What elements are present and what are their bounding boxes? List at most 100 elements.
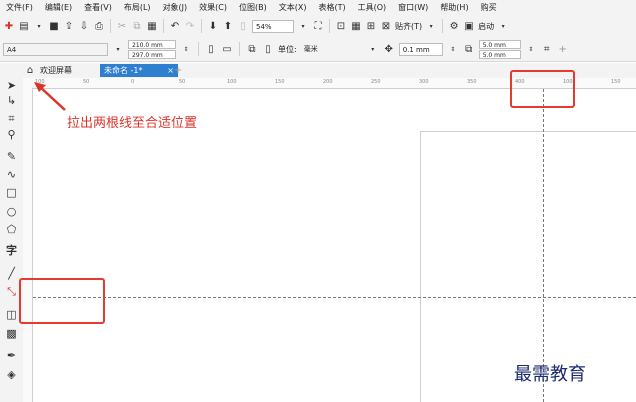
menu-item[interactable]: 窗口(W): [392, 0, 434, 15]
export-file-icon[interactable]: ⬆: [222, 20, 234, 32]
menu-item[interactable]: 工具(O): [352, 0, 393, 15]
menu-item[interactable]: 购买: [475, 0, 503, 15]
watermark-text: 最需教育: [514, 364, 586, 385]
options-gear-icon[interactable]: ⚙: [448, 20, 460, 32]
ruler-highlight-box-left: [19, 278, 105, 324]
landscape-icon[interactable]: ▭: [221, 43, 233, 55]
page-left-border: [420, 131, 421, 402]
export-icon[interactable]: ⇪: [63, 20, 75, 32]
connector-tool-icon[interactable]: ⤡: [4, 284, 19, 299]
ellipse-tool-icon[interactable]: ○: [4, 204, 19, 219]
snap-to-label[interactable]: 贴齐(T): [395, 21, 422, 32]
vertical-guideline[interactable]: [543, 89, 544, 402]
dimension-spinner-icon[interactable]: ⇕: [180, 43, 192, 55]
current-page-icon[interactable]: ▯: [262, 43, 274, 55]
launch-dropdown-icon[interactable]: ▾: [497, 20, 509, 32]
fill-tool-icon[interactable]: ◈: [4, 367, 19, 382]
menu-item[interactable]: 文件(F): [0, 0, 39, 15]
pdf-icon[interactable]: ▯: [237, 20, 249, 32]
toolbox: ➤ ↳ ⌗ ⚲ ✎ ∿ □ ○ ⬠ 字 ╱ ⤡ ◫ ▩ ✒ ◈: [0, 78, 24, 402]
text-tool-icon[interactable]: 字: [4, 243, 19, 258]
duplicate-distance: 5.0 mm 5.0 mm: [478, 39, 521, 59]
copy-icon[interactable]: ⧉: [131, 20, 143, 32]
ruler-tick-label: 100: [227, 79, 237, 85]
shadow-tool-icon[interactable]: ◫: [4, 307, 19, 322]
ruler-tick-label: 150: [611, 79, 621, 85]
nudge-distance-field[interactable]: 0.1 mm: [398, 42, 443, 56]
polygon-tool-icon[interactable]: ⬠: [4, 222, 19, 237]
standard-toolbar: ✚ ▤ ▾ ■ ⇪ ⇩ ⎙ ✂ ⧉ ▦ ↶ ↷ ⬇ ⬆ ▯ 54% ▾ ⛶ ⊡ …: [0, 15, 636, 37]
dropdown-icon[interactable]: ▾: [33, 20, 45, 32]
print-icon[interactable]: ⎙: [93, 20, 105, 32]
duplicate-spinner-icon[interactable]: ⇕: [525, 43, 537, 55]
page-height-field[interactable]: 297.0 mm: [128, 49, 176, 59]
separator: [110, 19, 111, 33]
menu-item[interactable]: 编辑(E): [39, 0, 78, 15]
new-document-icon[interactable]: ✚: [3, 20, 15, 32]
menu-item[interactable]: 表格(T): [312, 0, 351, 15]
line-tool-icon[interactable]: ╱: [4, 266, 19, 281]
eyedropper-tool-icon[interactable]: ✒: [4, 348, 19, 363]
duplicate-y-field[interactable]: 5.0 mm: [478, 49, 521, 59]
rectangle-tool-icon[interactable]: □: [4, 185, 19, 200]
all-pages-icon[interactable]: ⧉: [246, 43, 258, 55]
nudge-spinner-icon[interactable]: ⇕: [447, 43, 459, 55]
drawing-canvas[interactable]: [33, 89, 636, 402]
snap-dropdown-icon[interactable]: ▾: [425, 20, 437, 32]
redo-icon[interactable]: ↷: [184, 20, 196, 32]
annotation-arrow: [34, 82, 66, 111]
property-bar: A4 ▾ 210.0 mm 297.0 mm ⇕ ▯ ▭ ⧉ ▯ 单位: 毫米 …: [0, 37, 636, 62]
vertical-ruler[interactable]: [23, 88, 33, 402]
bleed-icon[interactable]: ⌗: [541, 43, 553, 55]
home-icon[interactable]: ⌂: [24, 64, 36, 76]
crop-tool-icon[interactable]: ⌗: [4, 111, 19, 126]
zoom-tool-icon[interactable]: ⚲: [4, 127, 19, 142]
artistic-media-icon[interactable]: ∿: [4, 167, 19, 182]
unit-dropdown-icon[interactable]: ▾: [367, 43, 379, 55]
undo-icon[interactable]: ↶: [169, 20, 181, 32]
show-guides-icon[interactable]: ⊞: [365, 20, 377, 32]
duplicate-distance-icon: ⧉: [465, 43, 473, 55]
snap-icon[interactable]: ⊠: [380, 20, 392, 32]
import-file-icon[interactable]: ⬇: [207, 20, 219, 32]
menu-item[interactable]: 效果(C): [193, 0, 233, 15]
full-screen-icon[interactable]: ⛶: [312, 20, 324, 32]
save-icon[interactable]: ■: [48, 20, 60, 32]
menu-item[interactable]: 文本(X): [273, 0, 313, 15]
duplicate-x-field[interactable]: 5.0 mm: [478, 39, 521, 49]
menu-item[interactable]: 布局(L): [118, 0, 157, 15]
launch-label[interactable]: 启动: [478, 21, 494, 32]
open-icon[interactable]: ▤: [18, 20, 30, 32]
ruler-tick-label: 350: [467, 79, 477, 85]
menu-item[interactable]: 位图(B): [233, 0, 273, 15]
zoom-dropdown-icon[interactable]: ▾: [297, 20, 309, 32]
freehand-tool-icon[interactable]: ✎: [4, 149, 19, 164]
horizontal-guideline[interactable]: [33, 297, 636, 298]
unit-select[interactable]: 毫米: [300, 42, 363, 56]
portrait-icon[interactable]: ▯: [205, 43, 217, 55]
menu-item[interactable]: 查看(V): [78, 0, 118, 15]
ruler-tick-label: 300: [419, 79, 429, 85]
new-tab-icon[interactable]: +: [172, 64, 184, 76]
import-icon[interactable]: ⇩: [78, 20, 90, 32]
add-icon[interactable]: +: [557, 43, 569, 55]
tab-document-label: 未命名 -1*: [104, 66, 143, 75]
menu-item[interactable]: 帮助(H): [434, 0, 474, 15]
page-width-field[interactable]: 210.0 mm: [128, 39, 176, 49]
page-size-select[interactable]: A4: [3, 42, 108, 56]
tab-welcome-screen[interactable]: 欢迎屏幕: [36, 64, 76, 77]
paste-icon[interactable]: ▦: [146, 20, 158, 32]
pick-tool-icon[interactable]: ➤: [4, 78, 19, 93]
menu-item[interactable]: 对象(J): [157, 0, 194, 15]
separator: [239, 42, 240, 56]
transparency-tool-icon[interactable]: ▩: [4, 326, 19, 341]
shape-tool-icon[interactable]: ↳: [4, 93, 19, 108]
show-grid-icon[interactable]: ▦: [350, 20, 362, 32]
ruler-tick-label: 50: [83, 79, 90, 85]
page-size-dropdown-icon[interactable]: ▾: [112, 43, 124, 55]
launcher-icon[interactable]: ▣: [463, 20, 475, 32]
show-rulers-icon[interactable]: ⊡: [335, 20, 347, 32]
cut-icon[interactable]: ✂: [116, 20, 128, 32]
tab-untitled-document[interactable]: 未命名 -1* ×: [100, 64, 178, 77]
zoom-level-field[interactable]: 54%: [252, 19, 294, 33]
